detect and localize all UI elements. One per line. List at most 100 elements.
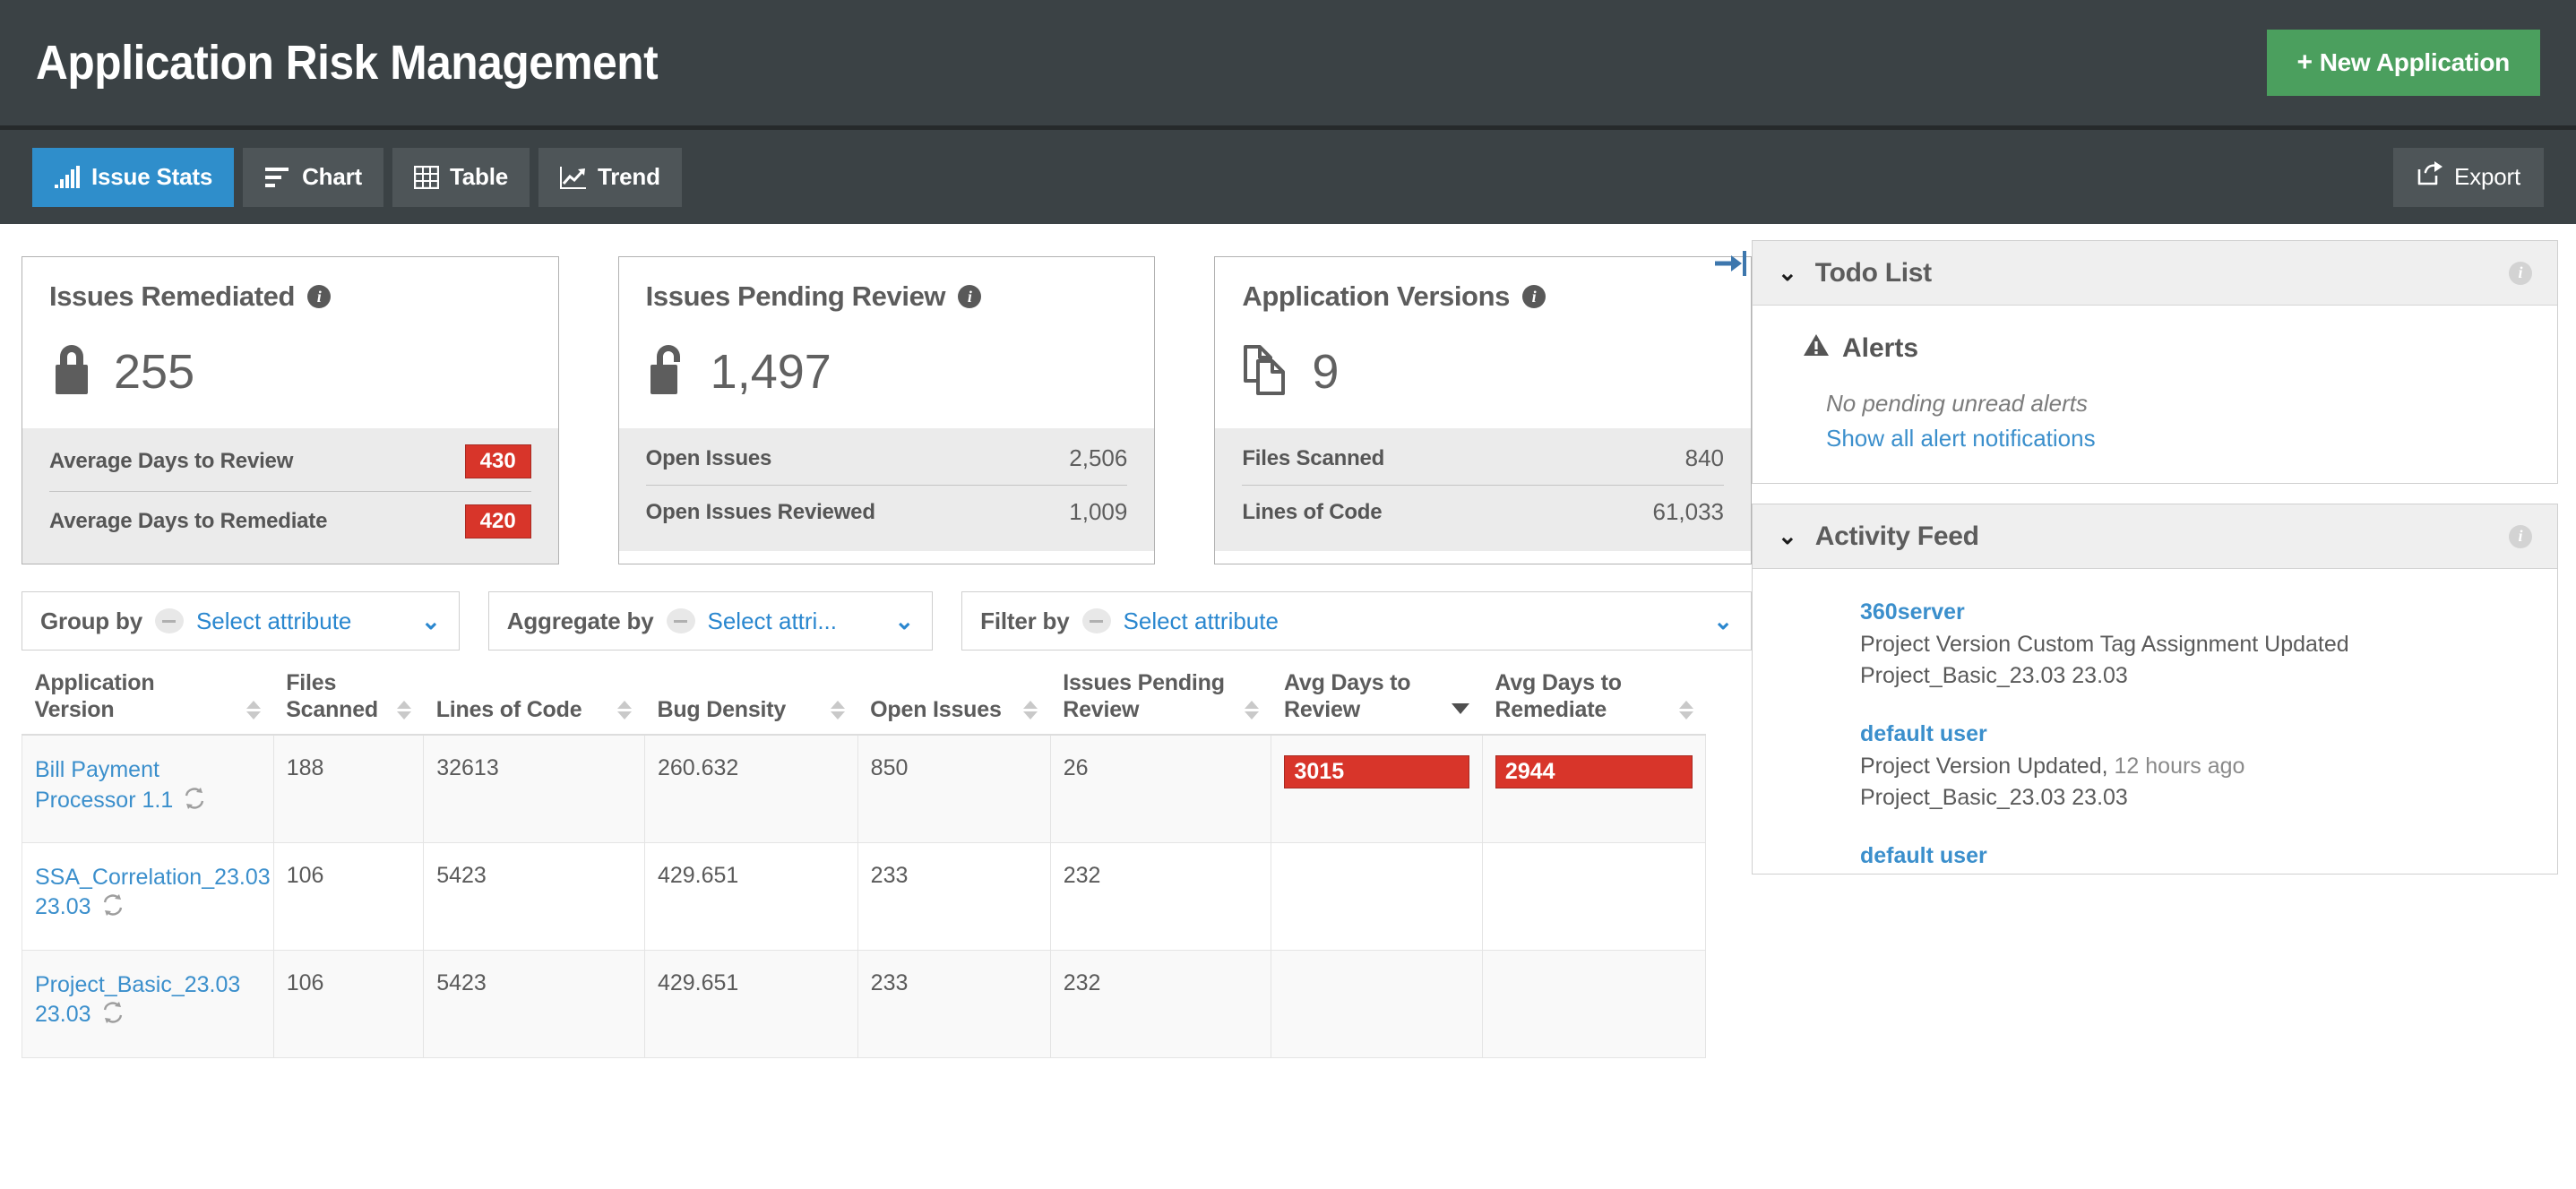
minus-icon[interactable] [1082, 608, 1111, 633]
kpi-title-row: Issues Remediated i [49, 280, 531, 313]
plus-icon: + [2297, 47, 2313, 77]
aggregate-by-select[interactable]: Select attri... [708, 607, 883, 635]
activity-user-link[interactable]: 360server [1860, 599, 2534, 625]
kpi-stats: Files Scanned 840 Lines of Code 61,033 [1215, 428, 1751, 551]
documents-copy-icon [1242, 341, 1292, 401]
status-badge: 430 [465, 444, 531, 478]
right-sidebar: ⌄ Todo List i Alerts No pending unread a… [1752, 224, 2576, 1189]
activity-feed-title: Activity Feed [1815, 521, 2491, 552]
tab-issue-stats[interactable]: Issue Stats [32, 148, 234, 207]
tab-chart[interactable]: Chart [243, 148, 383, 207]
kpi-stat: Average Days to Remediate 420 [49, 492, 531, 551]
chevron-down-icon[interactable]: ⌄ [1778, 522, 1797, 550]
sync-icon[interactable] [101, 893, 125, 923]
chevron-down-icon[interactable]: ⌄ [1713, 607, 1733, 635]
chevron-down-icon[interactable]: ⌄ [894, 607, 914, 635]
show-all-alerts-link[interactable]: Show all alert notifications [1803, 425, 2530, 452]
share-export-icon [2417, 161, 2443, 193]
collapse-sidebar-arrow-icon[interactable] [1711, 246, 1747, 281]
view-toolbar: Issue Stats Chart [0, 130, 2576, 224]
kpi-title: Application Versions [1242, 280, 1510, 313]
filter-by-select[interactable]: Select attribute [1124, 607, 1702, 635]
activity-action: Project Version Updated, 12 hours ago [1860, 751, 2534, 782]
kpi-stat: Open Issues Reviewed 1,009 [646, 486, 1128, 538]
column-header-issues-pending-review[interactable]: Issues Pending Review [1050, 670, 1271, 735]
todo-list-title: Todo List [1815, 258, 2491, 289]
sort-icon[interactable] [1679, 701, 1693, 719]
tab-table[interactable]: Table [392, 148, 530, 207]
sync-icon[interactable] [101, 1001, 125, 1030]
column-header-application-version[interactable]: Application Version [22, 670, 274, 735]
new-application-label: New Application [2320, 48, 2510, 76]
alerts-heading: Alerts [1803, 332, 2530, 365]
applications-table: Application Version Files Scanned Lines … [22, 670, 1706, 1058]
kpi-card-application-versions: Application Versions i 9 [1214, 256, 1752, 564]
alerts-empty-message: No pending unread alerts [1803, 390, 2530, 418]
body: Issues Remediated i 255 Averag [0, 224, 2576, 1189]
column-header-open-issues[interactable]: Open Issues [857, 670, 1050, 735]
table-row[interactable]: Bill Payment Processor 1.1 188 32613 260… [22, 735, 1706, 842]
table-row[interactable]: Project_Basic_23.03 23.03 106 5423 429.6… [22, 950, 1706, 1057]
aggregate-by-control[interactable]: Aggregate by Select attri... ⌄ [488, 591, 933, 651]
activity-feed-body: 360server Project Version Custom Tag Ass… [1753, 569, 2557, 874]
table-row[interactable]: SSA_Correlation_23.03 23.03 106 5423 429… [22, 842, 1706, 950]
activity-action: Project Version Custom Tag Assignment Up… [1860, 629, 2534, 660]
todo-list-header[interactable]: ⌄ Todo List i [1753, 241, 2557, 306]
cell-lines-of-code: 32613 [424, 735, 645, 842]
sort-icon[interactable] [246, 701, 261, 719]
kpi-card-row: Issues Remediated i 255 Averag [0, 242, 1752, 564]
column-header-avg-days-to-remediate[interactable]: Avg Days to Remediate [1482, 670, 1705, 735]
sort-icon[interactable] [831, 701, 845, 719]
cell-application-version: SSA_Correlation_23.03 23.03 [22, 842, 274, 950]
kpi-card-issues-pending-review: Issues Pending Review i 1,497 [618, 256, 1156, 564]
application-version-link[interactable]: Project_Basic_23.03 23.03 [35, 972, 240, 1028]
applications-table-wrapper: Application Version Files Scanned Lines … [0, 651, 1693, 1058]
warning-triangle-icon [1803, 332, 1830, 365]
export-label: Export [2454, 163, 2520, 191]
sort-icon[interactable] [1245, 701, 1259, 719]
minus-icon[interactable] [155, 608, 184, 633]
info-icon[interactable]: i [1522, 285, 1546, 308]
new-application-button[interactable]: +New Application [2267, 30, 2541, 96]
tab-trend[interactable]: Trend [538, 148, 682, 207]
cell-avg-days-to-remediate: 2944 [1482, 735, 1705, 842]
cell-application-version: Bill Payment Processor 1.1 [22, 735, 274, 842]
kpi-stat-label: Files Scanned [1242, 446, 1384, 471]
group-by-select[interactable]: Select attribute [196, 607, 409, 635]
info-icon[interactable]: i [307, 285, 331, 308]
activity-feed-header[interactable]: ⌄ Activity Feed i [1753, 504, 2557, 569]
column-header-files-scanned[interactable]: Files Scanned [273, 670, 424, 735]
sort-icon[interactable] [397, 701, 411, 719]
sync-icon[interactable] [183, 787, 206, 816]
column-header-avg-days-to-review[interactable]: Avg Days to Review [1271, 670, 1482, 735]
column-label: Avg Days to Remediate [1495, 670, 1671, 723]
activity-user-link[interactable]: default user [1860, 721, 2534, 747]
sort-icon[interactable] [1023, 701, 1038, 719]
filter-by-control[interactable]: Filter by Select attribute ⌄ [961, 591, 1752, 651]
export-button[interactable]: Export [2393, 148, 2544, 207]
kpi-stats: Average Days to Review 430 Average Days … [22, 428, 558, 564]
activity-item: default user Project Version Updated, 12… [1860, 721, 2534, 813]
tab-label: Trend [598, 163, 660, 191]
column-header-lines-of-code[interactable]: Lines of Code [424, 670, 645, 735]
cell-bug-density: 429.651 [644, 842, 857, 950]
activity-user-link[interactable]: default user [1860, 843, 2534, 869]
application-version-link[interactable]: SSA_Correlation_23.03 23.03 [35, 865, 271, 920]
chevron-down-icon[interactable]: ⌄ [1778, 259, 1797, 287]
kpi-stat-label: Lines of Code [1242, 500, 1382, 525]
sort-descending-icon[interactable] [1452, 703, 1469, 714]
activity-action: Project Attributes Updated, 12 hours ago [1860, 873, 2534, 874]
column-label: Issues Pending Review [1063, 670, 1237, 723]
column-header-bug-density[interactable]: Bug Density [644, 670, 857, 735]
minus-icon[interactable] [667, 608, 695, 633]
info-icon[interactable]: i [2509, 525, 2532, 548]
table-header-row: Application Version Files Scanned Lines … [22, 670, 1706, 735]
application-version-link[interactable]: Bill Payment Processor 1.1 [35, 757, 173, 813]
sort-icon[interactable] [617, 701, 632, 719]
table-body: Bill Payment Processor 1.1 188 32613 260… [22, 735, 1706, 1057]
group-by-control[interactable]: Group by Select attribute ⌄ [22, 591, 460, 651]
tab-label: Issue Stats [91, 163, 212, 191]
info-icon[interactable]: i [958, 285, 981, 308]
info-icon[interactable]: i [2509, 262, 2532, 285]
chevron-down-icon[interactable]: ⌄ [421, 607, 441, 635]
